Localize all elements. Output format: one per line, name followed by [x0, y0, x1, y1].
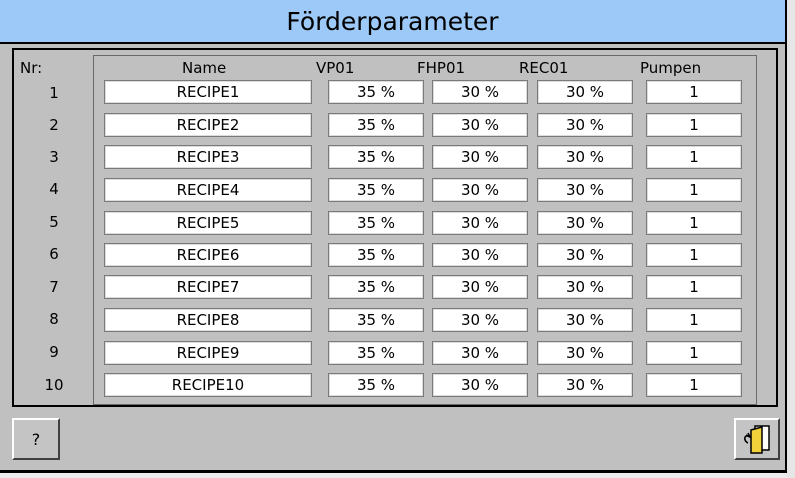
row-number: 9: [49, 343, 59, 361]
rec01-field[interactable]: 30 %: [537, 145, 633, 169]
row-number: 8: [49, 310, 59, 328]
rec01-field[interactable]: 30 %: [537, 373, 633, 397]
recipe-name-field[interactable]: RECIPE10: [104, 373, 312, 397]
fhp01-field[interactable]: 30 %: [432, 80, 528, 104]
fhp01-field[interactable]: 30 %: [432, 341, 528, 365]
row-number: 2: [49, 116, 59, 134]
recipe-name-field[interactable]: RECIPE1: [104, 80, 312, 104]
rec01-field[interactable]: 30 %: [537, 178, 633, 202]
pumpen-field[interactable]: 1: [646, 211, 742, 235]
recipe-name-field[interactable]: RECIPE4: [104, 178, 312, 202]
recipe-name-field[interactable]: RECIPE5: [104, 211, 312, 235]
rec01-field[interactable]: 30 %: [537, 243, 633, 267]
pumpen-field[interactable]: 1: [646, 145, 742, 169]
pumpen-field[interactable]: 1: [646, 243, 742, 267]
header-rec01: REC01: [519, 59, 569, 77]
row-number: 6: [49, 245, 59, 263]
vp01-field[interactable]: 35 %: [328, 275, 424, 299]
window-border-right: [785, 0, 787, 478]
header-pumpen: Pumpen: [640, 59, 702, 77]
pumpen-field[interactable]: 1: [646, 80, 742, 104]
header-fhp01: FHP01: [417, 59, 466, 77]
fhp01-field[interactable]: 30 %: [432, 275, 528, 299]
back-document-icon: [744, 425, 770, 454]
rec01-field[interactable]: 30 %: [537, 211, 633, 235]
recipe-name-field[interactable]: RECIPE7: [104, 275, 312, 299]
vp01-field[interactable]: 35 %: [328, 178, 424, 202]
vp01-field[interactable]: 35 %: [328, 243, 424, 267]
back-button[interactable]: [734, 418, 780, 460]
fhp01-field[interactable]: 30 %: [432, 113, 528, 137]
pumpen-field[interactable]: 1: [646, 178, 742, 202]
row-number: 3: [49, 148, 59, 166]
rec01-field[interactable]: 30 %: [537, 80, 633, 104]
fhp01-field[interactable]: 30 %: [432, 211, 528, 235]
fhp01-field[interactable]: 30 %: [432, 308, 528, 332]
pumpen-field[interactable]: 1: [646, 275, 742, 299]
help-button[interactable]: ?: [12, 418, 60, 460]
header-nr: Nr:: [20, 59, 43, 77]
pumpen-field[interactable]: 1: [646, 373, 742, 397]
title-bar: Förderparameter: [0, 0, 785, 44]
recipe-name-field[interactable]: RECIPE8: [104, 308, 312, 332]
recipe-name-field[interactable]: RECIPE9: [104, 341, 312, 365]
page-title: Förderparameter: [286, 6, 499, 36]
vp01-field[interactable]: 35 %: [328, 308, 424, 332]
row-number: 1: [49, 84, 59, 102]
vp01-field[interactable]: 35 %: [328, 211, 424, 235]
vp01-field[interactable]: 35 %: [328, 145, 424, 169]
rec01-field[interactable]: 30 %: [537, 308, 633, 332]
pumpen-field[interactable]: 1: [646, 113, 742, 137]
window-bottom-edge: [0, 473, 787, 478]
fhp01-field[interactable]: 30 %: [432, 373, 528, 397]
rec01-field[interactable]: 30 %: [537, 113, 633, 137]
row-number: 7: [49, 278, 59, 296]
vp01-field[interactable]: 35 %: [328, 373, 424, 397]
rec01-field[interactable]: 30 %: [537, 341, 633, 365]
fhp01-field[interactable]: 30 %: [432, 178, 528, 202]
recipe-name-field[interactable]: RECIPE3: [104, 145, 312, 169]
row-number: 5: [49, 213, 59, 231]
header-name: Name: [182, 59, 227, 77]
help-button-label: ?: [31, 429, 41, 449]
recipe-name-field[interactable]: RECIPE2: [104, 113, 312, 137]
vp01-field[interactable]: 35 %: [328, 341, 424, 365]
row-number: 10: [44, 376, 64, 394]
row-number: 4: [49, 180, 59, 198]
header-vp01: VP01: [316, 59, 355, 77]
recipe-name-field[interactable]: RECIPE6: [104, 243, 312, 267]
fhp01-field[interactable]: 30 %: [432, 145, 528, 169]
pumpen-field[interactable]: 1: [646, 308, 742, 332]
vp01-field[interactable]: 35 %: [328, 113, 424, 137]
vp01-field[interactable]: 35 %: [328, 80, 424, 104]
fhp01-field[interactable]: 30 %: [432, 243, 528, 267]
rec01-field[interactable]: 30 %: [537, 275, 633, 299]
pumpen-field[interactable]: 1: [646, 341, 742, 365]
